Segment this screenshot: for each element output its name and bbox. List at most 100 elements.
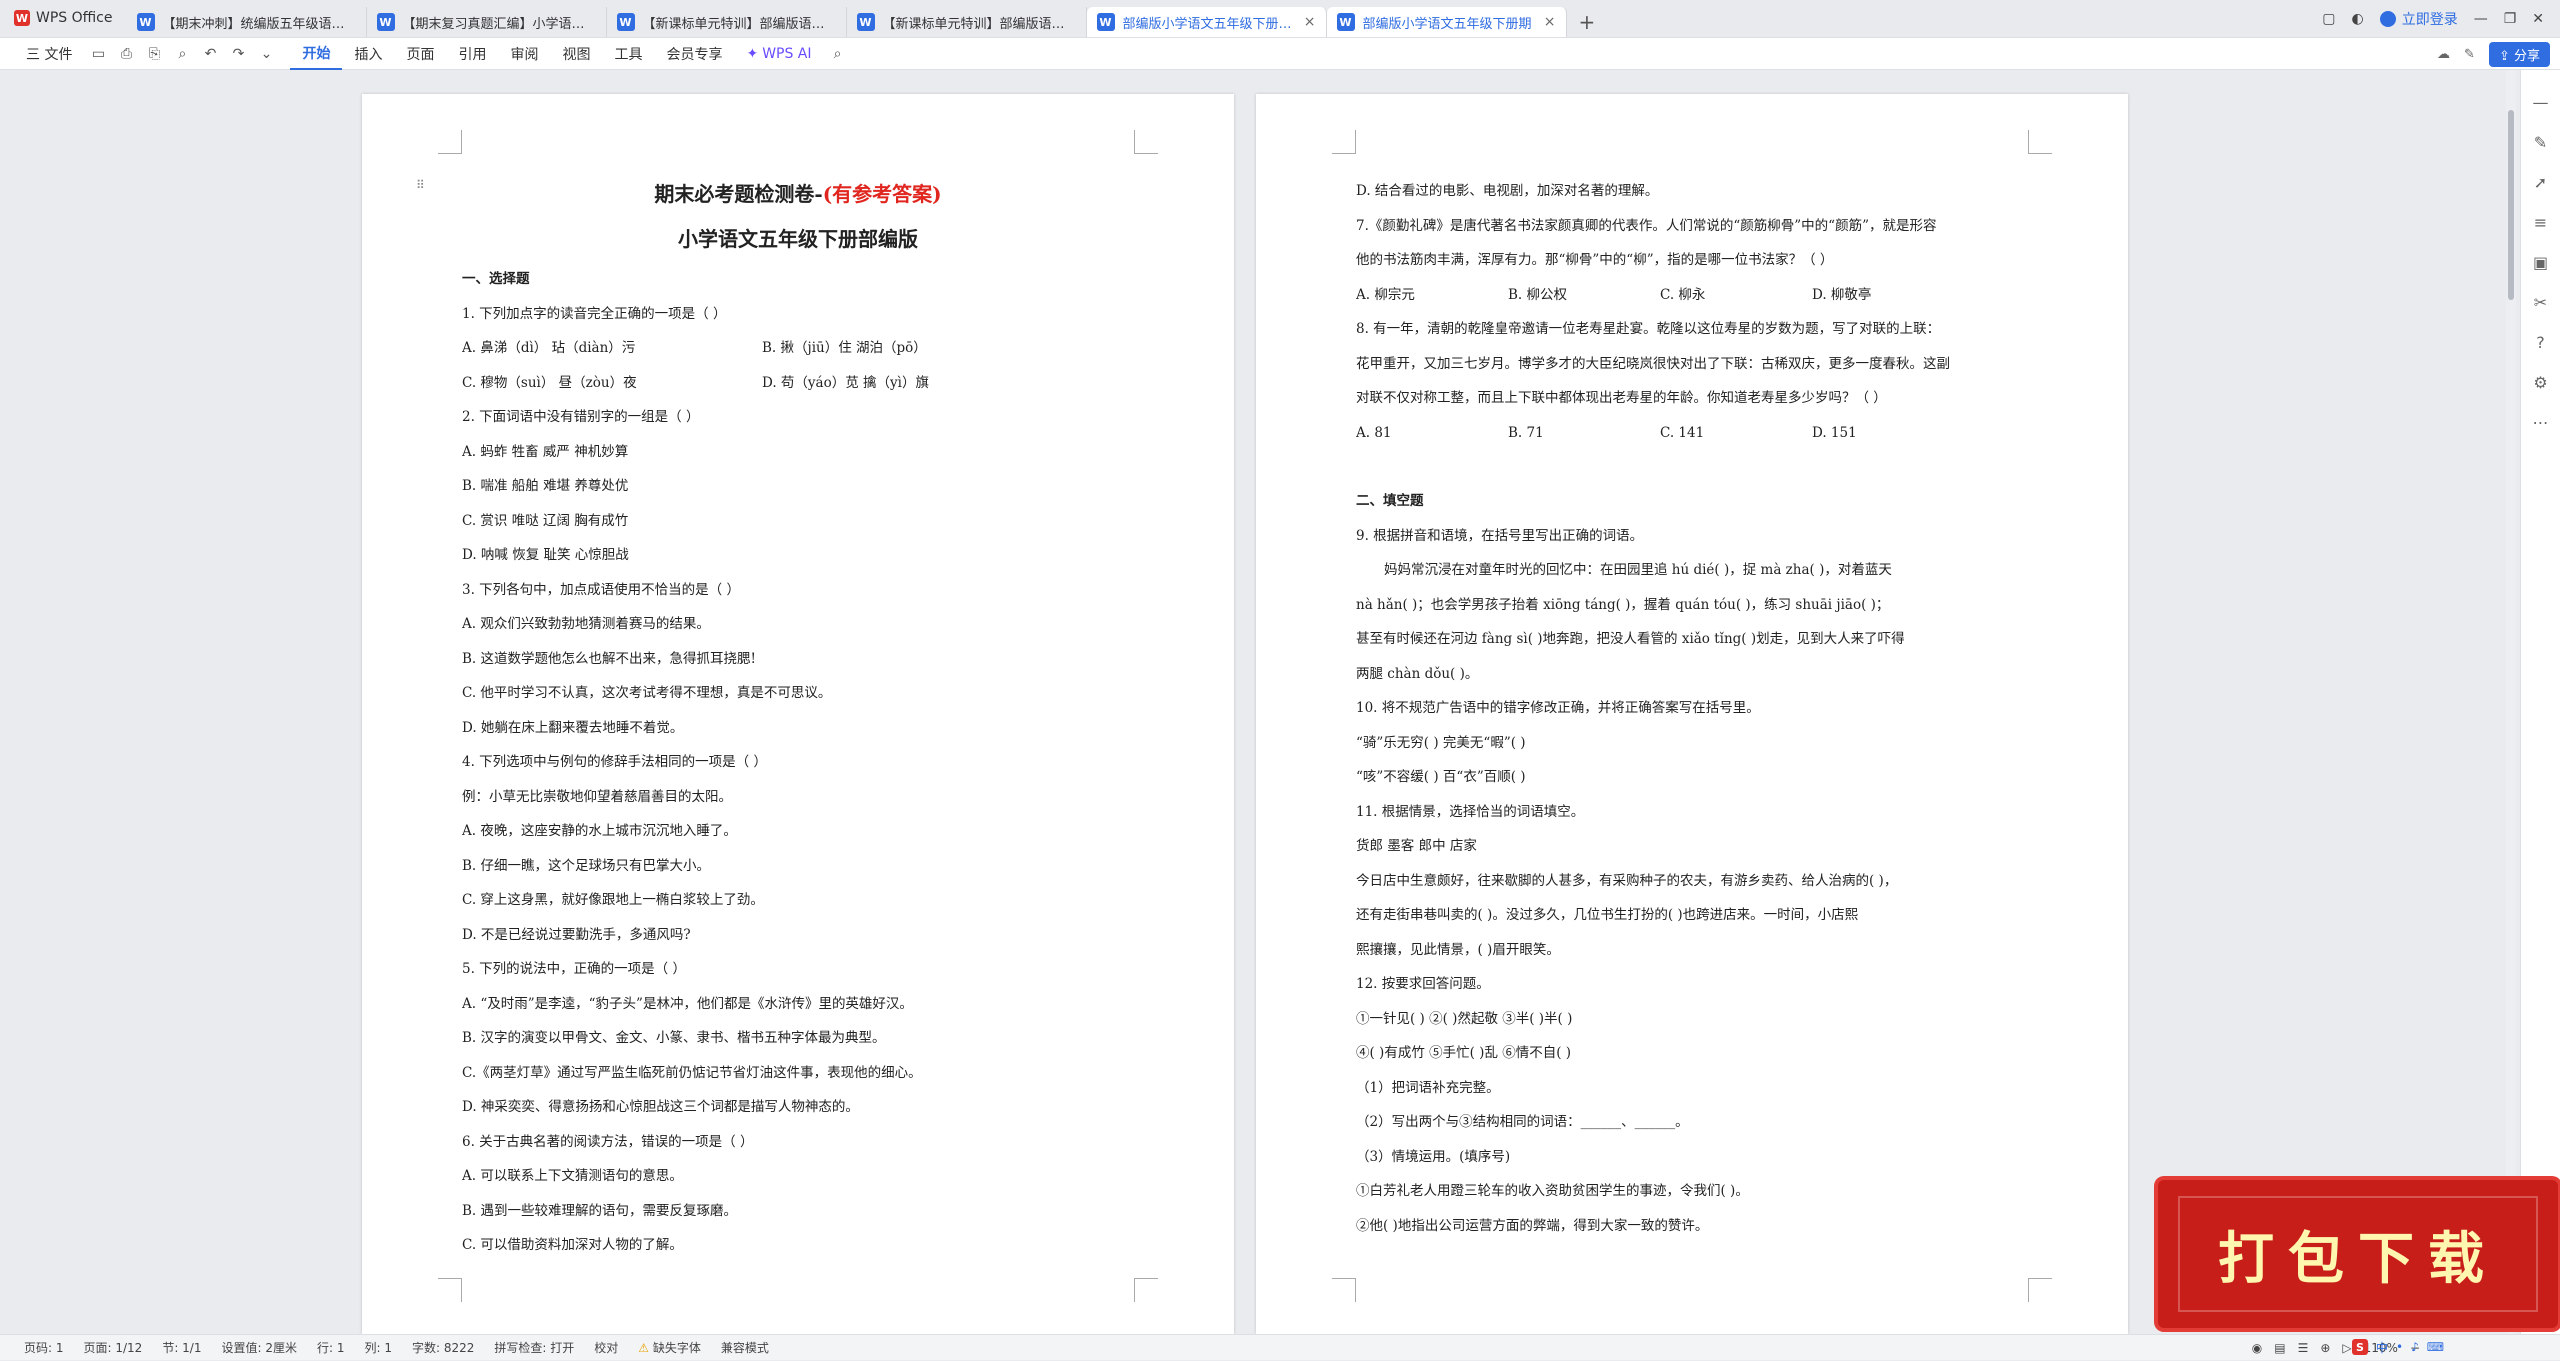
- document-title: 期末必考题检测卷-(有参考答案): [462, 172, 1134, 216]
- tools-icon[interactable]: ✂: [2521, 282, 2560, 322]
- answer-option: A. 81: [1356, 416, 1508, 451]
- cloud-sync-icon[interactable]: ☁: [2437, 47, 2450, 62]
- status-words[interactable]: 字数: 8222: [402, 1339, 484, 1356]
- text-line: B. 这道数学题他怎么也解不出来，急得抓耳挠腮!: [462, 642, 1134, 677]
- margin-mark: [1332, 130, 1356, 154]
- more-quick-icon[interactable]: ⌄: [252, 38, 280, 70]
- page1-content[interactable]: 期末必考题检测卷-(有参考答案) 小学语文五年级下册部编版 一、选择题1. 下列…: [462, 172, 1134, 1263]
- text-line: 2. 下面词语中没有错别字的一组是（ ）: [462, 400, 1134, 435]
- new-tab-button[interactable]: +: [1567, 7, 1608, 37]
- ime-lang[interactable]: 中: [2376, 1339, 2388, 1356]
- text-line: ①白芳礼老人用蹬三轮车的收入资助贫困学生的事迹，令我们( )。: [1356, 1174, 2028, 1209]
- file-menu[interactable]: 三 文件: [14, 38, 84, 70]
- text-line: B. 仔细一瞧，这个足球场只有巴掌大小。: [462, 849, 1134, 884]
- text-line: C. 穿上这身黑，就好像跟地上一椭白浆较上了劲。: [462, 883, 1134, 918]
- tab-document-3[interactable]: W【新课标单元特训】部编版语文五年: [607, 7, 847, 37]
- close-tab-icon[interactable]: ×: [1544, 14, 1556, 30]
- margin-mark: [438, 1278, 462, 1302]
- wps-home-tab[interactable]: W WPS Office: [0, 0, 127, 37]
- answer-option: C. 柳永: [1660, 278, 1812, 313]
- tab-document-1[interactable]: W【期末冲刺】统编版五年级语文下册: [127, 7, 367, 37]
- help-icon[interactable]: ?: [2521, 322, 2560, 362]
- text-line: 熙攘攘，见此情景，( )眉开眼笑。: [1356, 933, 2028, 968]
- close-window-icon[interactable]: ✕: [2532, 11, 2544, 27]
- status-bar: 页码: 1 页面: 1/12 节: 1/1 设置值: 2厘米 行: 1 列: 1…: [0, 1334, 2560, 1360]
- more-icon[interactable]: ⋯: [2521, 402, 2560, 442]
- ribbon-tab-7[interactable]: 工具: [602, 38, 654, 70]
- undo-icon[interactable]: ↶: [196, 38, 224, 70]
- scroll-thumb[interactable]: [2508, 110, 2514, 300]
- vertical-scrollbar[interactable]: [2506, 70, 2516, 1334]
- ribbon-tab-8[interactable]: 会员专享: [654, 38, 734, 70]
- tab-document-5[interactable]: W部编版小学语文五年级下册期末按×: [1087, 7, 1327, 37]
- ribbon-tab-4[interactable]: 引用: [446, 38, 498, 70]
- status-page[interactable]: 页码: 1: [14, 1339, 74, 1356]
- print-preview-icon[interactable]: ⌕: [168, 38, 196, 70]
- status-setting[interactable]: 设置值: 2厘米: [211, 1339, 307, 1356]
- status-pages[interactable]: 页面: 1/12: [74, 1339, 153, 1356]
- status-row[interactable]: 行: 1: [307, 1339, 355, 1356]
- tab-document-4[interactable]: W【新课标单元特训】部编版语文五年: [847, 7, 1087, 37]
- search-icon[interactable]: ⌕: [824, 38, 852, 70]
- save-icon[interactable]: ▭: [84, 38, 112, 70]
- eye-protect-icon[interactable]: ◉: [2252, 1341, 2262, 1355]
- ime-toolbar[interactable]: S 中 • ♪ ⌨: [2352, 1334, 2444, 1360]
- style-icon[interactable]: ≡: [2521, 202, 2560, 242]
- ribbon-tab-5[interactable]: 审阅: [498, 38, 550, 70]
- punct-icon[interactable]: •: [2396, 1340, 2403, 1354]
- status-compat[interactable]: 兼容模式: [711, 1339, 779, 1356]
- wps-ai-button[interactable]: ✦WPS AI: [734, 38, 823, 70]
- status-col[interactable]: 列: 1: [354, 1339, 402, 1356]
- tab-document-2[interactable]: W【期末复习真题汇编】小学语文五年: [367, 7, 607, 37]
- keyboard-icon[interactable]: ⌨: [2427, 1340, 2444, 1354]
- collapse-icon[interactable]: —: [2521, 82, 2560, 122]
- play-icon[interactable]: ▷: [2342, 1341, 2351, 1355]
- download-promo-banner[interactable]: 打包下载: [2158, 1180, 2558, 1328]
- text-line: （2）写出两个与③结构相同的词语：______、______。: [1356, 1105, 2028, 1140]
- text-line: A. “及时雨”是李逵，“豹子头”是林冲，他们都是《水浒传》里的英雄好汉。: [462, 987, 1134, 1022]
- web-view-icon[interactable]: ⊕: [2320, 1341, 2330, 1355]
- edit-icon[interactable]: ✎: [2521, 122, 2560, 162]
- text-line: B. 遇到一些较难理解的语句，需要反复琢磨。: [462, 1194, 1134, 1229]
- export-pdf-icon[interactable]: ⎙: [112, 38, 140, 70]
- ribbon-tab-2[interactable]: 插入: [342, 38, 394, 70]
- redo-icon[interactable]: ↷: [224, 38, 252, 70]
- drag-handle-icon[interactable]: ⠿: [416, 178, 425, 192]
- login-button[interactable]: 立即登录: [2380, 9, 2458, 29]
- answer-options-row: C. 穆物（suì） 昼（zòu）夜D. 苟（yáo）苋 擒（yì）旗: [462, 366, 1134, 401]
- mic-icon[interactable]: ♪: [2411, 1340, 2419, 1354]
- ribbon-tab-6[interactable]: 视图: [550, 38, 602, 70]
- text-line: 9. 根据拼音和语境，在括号里写出正确的词语。: [1356, 519, 2028, 554]
- status-spellcheck[interactable]: 拼写检查: 打开: [484, 1339, 584, 1356]
- tab-document-6[interactable]: W部编版小学语文五年级下册期×: [1327, 7, 1567, 37]
- comment-icon[interactable]: ✎: [2464, 47, 2475, 62]
- text-line: 5. 下列的说法中，正确的一项是（ ）: [462, 952, 1134, 987]
- status-missing-font[interactable]: ⚠ 缺失字体: [628, 1339, 711, 1356]
- margin-mark: [2028, 130, 2052, 154]
- ribbon-tab-3[interactable]: 页面: [394, 38, 446, 70]
- share-button[interactable]: ⇪ 分享: [2489, 42, 2550, 67]
- title-answer-note: (有参考答案): [823, 182, 942, 206]
- ai-icon: ✦: [746, 46, 758, 62]
- tab-label: 【新课标单元特训】部编版语文五年: [643, 13, 828, 32]
- text-line: 货郎 墨客 郎中 店家: [1356, 829, 2028, 864]
- page2-content[interactable]: D. 结合看过的电影、电视剧，加深对名著的理解。7.《颜勤礼碑》是唐代著名书法家…: [1356, 174, 2028, 1243]
- document-page-2[interactable]: D. 结合看过的电影、电视剧，加深对名著的理解。7.《颜勤礼碑》是唐代著名书法家…: [1256, 94, 2128, 1334]
- document-workarea[interactable]: ⠿ 期末必考题检测卷-(有参考答案) 小学语文五年级下册部编版 一、选择题1. …: [0, 70, 2560, 1334]
- restore-icon[interactable]: ❐: [2504, 11, 2517, 27]
- skin-icon[interactable]: ◐: [2351, 11, 2363, 27]
- text-line: ④( )有成竹 ⑤手忙( )乱 ⑥情不自( ): [1356, 1036, 2028, 1071]
- document-page-1[interactable]: ⠿ 期末必考题检测卷-(有参考答案) 小学语文五年级下册部编版 一、选择题1. …: [362, 94, 1234, 1334]
- outline-view-icon[interactable]: ☰: [2298, 1341, 2309, 1355]
- ribbon-tab-1[interactable]: 开始: [290, 38, 342, 70]
- print-icon[interactable]: ⎘: [140, 38, 168, 70]
- settings-icon[interactable]: ⚙: [2521, 362, 2560, 402]
- page-view-icon[interactable]: ▤: [2274, 1341, 2285, 1355]
- image-icon[interactable]: ▣: [2521, 242, 2560, 282]
- status-proof[interactable]: 校对: [584, 1339, 628, 1356]
- select-icon[interactable]: ➚: [2521, 162, 2560, 202]
- window-layout-icon[interactable]: ▢: [2322, 11, 2335, 27]
- minimize-icon[interactable]: —: [2474, 11, 2488, 27]
- status-section[interactable]: 节: 1/1: [152, 1339, 211, 1356]
- close-tab-icon[interactable]: ×: [1304, 14, 1316, 30]
